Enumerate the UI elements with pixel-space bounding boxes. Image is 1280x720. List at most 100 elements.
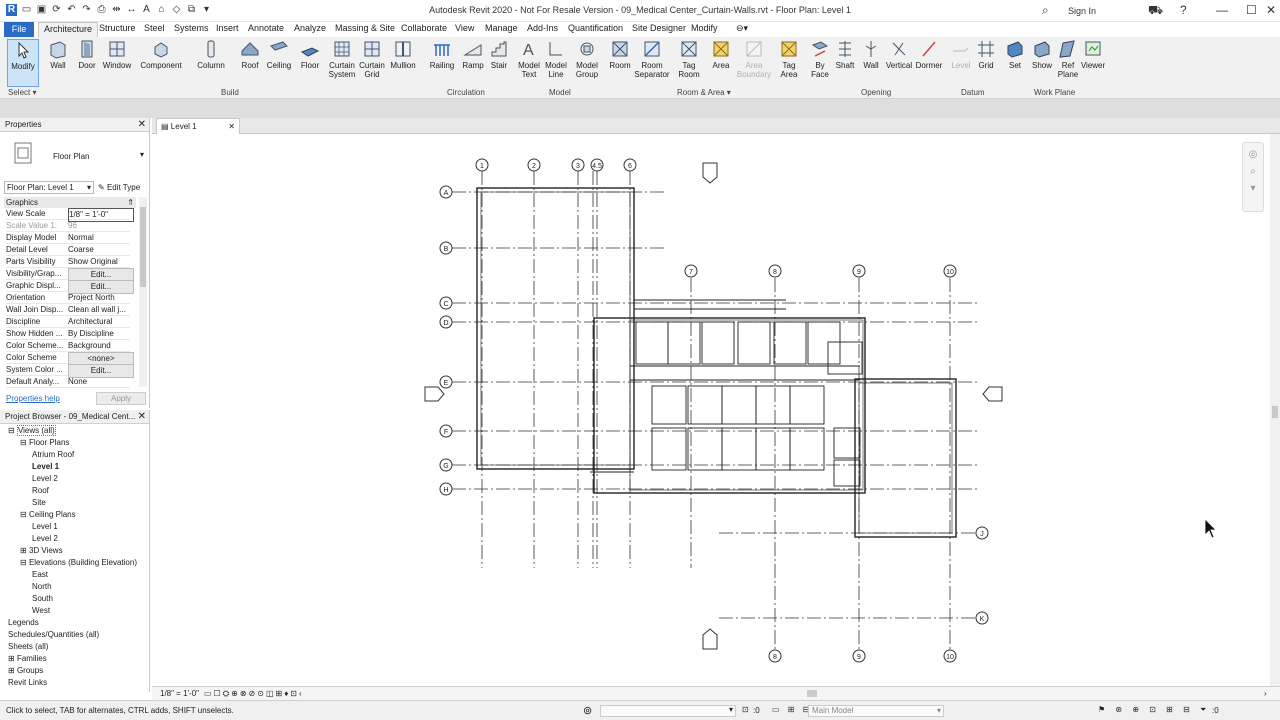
grid-bubble[interactable]: J	[975, 526, 989, 540]
property-value[interactable]: Normal	[68, 232, 134, 244]
tab-massing-site[interactable]: Massing & Site	[335, 23, 395, 33]
graphics-section-header[interactable]: Graphics ⇑	[4, 197, 136, 208]
level-button[interactable]: Level	[950, 39, 972, 70]
area-button[interactable]: Area	[707, 39, 735, 70]
browser-node[interactable]: Sheets (all)	[8, 642, 48, 652]
property-value[interactable]: 96	[68, 220, 134, 232]
wall-atrium[interactable]	[476, 187, 635, 470]
property-row[interactable]: Graphic Displ... Edit...	[6, 280, 134, 294]
tab-add-ins[interactable]: Add-Ins	[527, 23, 558, 33]
room-separator-button[interactable]: Room Separator	[634, 39, 670, 79]
browser-node[interactable]: Schedules/Quantities (all)	[8, 630, 99, 640]
grid-bubble[interactable]: D	[439, 315, 453, 329]
apply-button[interactable]: Apply	[96, 392, 146, 405]
browser-node[interactable]: ⊞ 3D Views	[20, 546, 63, 556]
room-wall[interactable]	[721, 427, 757, 471]
browser-node[interactable]: ⊞ Families	[8, 654, 47, 664]
grid-bubble[interactable]: 10	[943, 264, 957, 278]
property-row[interactable]: Color Scheme... Background	[6, 340, 130, 352]
window-button[interactable]: Window	[100, 39, 134, 70]
curtain-system-button[interactable]: Curtain System	[327, 39, 357, 79]
close-button[interactable]: ✕	[1266, 3, 1276, 17]
property-row[interactable]: Discipline Architectural	[6, 316, 130, 328]
elevation-marker-east[interactable]	[982, 386, 1003, 402]
by-face-button[interactable]: By Face	[808, 39, 832, 79]
property-row[interactable]: Detail Level Coarse	[6, 244, 130, 256]
browser-node[interactable]: Level 1	[32, 462, 59, 472]
area-boundary-button[interactable]: Area Boundary	[736, 39, 772, 79]
property-row[interactable]: Orientation Project North	[6, 292, 130, 304]
drawing-canvas[interactable]: 1 2 3 4.5 6 7 8 9 10 8 9 10 A B C D E F G H J K ◎ ⌕ ▾	[152, 134, 1270, 686]
browser-node[interactable]: Legends	[8, 618, 39, 628]
shaft-button[interactable]: Shaft	[834, 39, 856, 70]
help-icon[interactable]: ?	[1180, 3, 1187, 17]
group-room-area[interactable]: Room & Area ▾	[677, 88, 731, 97]
filter-icon[interactable]: ⏷	[1200, 705, 1206, 715]
wall-button[interactable]: Wall	[44, 39, 72, 70]
property-value[interactable]: By Discipline	[68, 328, 134, 340]
column-button[interactable]: Column	[194, 39, 228, 70]
properties-help-link[interactable]: Properties help	[6, 394, 60, 403]
grid-bubble[interactable]: E	[439, 375, 453, 389]
group-select[interactable]: Select ▾	[8, 88, 36, 97]
grid-bubble[interactable]: 9	[852, 264, 866, 278]
file-tab[interactable]: File	[4, 22, 34, 37]
design-option-icons[interactable]: ▭ ⊞ ⊟	[772, 705, 812, 714]
grid-bubble[interactable]: 10	[943, 649, 957, 663]
tab-collaborate[interactable]: Collaborate	[401, 23, 447, 33]
browser-node[interactable]: Site	[32, 498, 46, 508]
room-wall[interactable]	[789, 385, 825, 425]
room-wall[interactable]	[737, 321, 771, 365]
browser-node[interactable]: ⊞ Groups	[8, 666, 43, 676]
browser-node[interactable]: ⊟ Elevations (Building Elevation)	[20, 558, 137, 568]
browser-node[interactable]: North	[32, 582, 52, 592]
room-wall[interactable]	[651, 385, 687, 425]
grid-button[interactable]: Grid	[974, 39, 998, 70]
grid-bubble[interactable]: B	[439, 241, 453, 255]
wall-east-wing[interactable]	[854, 378, 957, 538]
room-wall[interactable]	[667, 321, 701, 365]
floor-button[interactable]: Floor	[298, 39, 322, 70]
browser-node[interactable]: Revit Links	[8, 678, 47, 688]
property-value[interactable]: None	[68, 376, 134, 388]
scrollbar-thumb[interactable]	[1272, 406, 1278, 418]
property-value[interactable]: Background	[68, 340, 134, 352]
room-wall[interactable]	[833, 459, 861, 487]
room-wall[interactable]	[807, 321, 841, 365]
browser-node[interactable]: Atrium Roof	[32, 450, 74, 460]
close-icon[interactable]: ✕	[138, 118, 146, 132]
property-value[interactable]: Show Original	[68, 256, 134, 268]
browser-node[interactable]: Roof	[32, 486, 49, 496]
room-wall[interactable]	[755, 385, 791, 425]
room-wall[interactable]	[755, 427, 791, 471]
railing-button[interactable]: Railing	[428, 39, 456, 70]
grid-bubble[interactable]: A	[439, 185, 453, 199]
minimize-button[interactable]: —	[1216, 3, 1228, 17]
grid-bubble[interactable]: 8	[768, 649, 782, 663]
view-tab-level-1[interactable]: ▤ Level 1 ✕	[156, 118, 240, 134]
grid-bubble[interactable]: 6	[623, 158, 637, 172]
tab-site-designer[interactable]: Site Designer	[632, 23, 686, 33]
property-row[interactable]: Show Hidden ... By Discipline	[6, 328, 130, 340]
tab-analyze[interactable]: Analyze	[294, 23, 326, 33]
property-value[interactable]: Coarse	[68, 244, 134, 256]
property-row[interactable]: System Color ... Edit...	[6, 364, 134, 378]
edit-type-button[interactable]: ✎ Edit Type	[98, 181, 140, 194]
workset-dropdown[interactable]: ▾	[600, 705, 736, 717]
grid-bubble[interactable]: 4.5	[590, 158, 604, 172]
property-row[interactable]: Wall Join Disp... Clean all wall j...	[6, 304, 130, 316]
tab-modify[interactable]: Modify	[691, 23, 718, 33]
close-icon[interactable]: ✕	[138, 410, 146, 424]
type-selector[interactable]: Floor Plan ▾	[6, 136, 146, 170]
property-row[interactable]: Color Scheme <none>	[6, 352, 134, 366]
wall-east-wing-inner[interactable]	[858, 382, 953, 534]
browser-node[interactable]: East	[32, 570, 48, 580]
mullion-button[interactable]: Mullion	[388, 39, 418, 70]
grid-bubble[interactable]: K	[975, 611, 989, 625]
scrollbar-thumb[interactable]	[140, 207, 146, 287]
roof-button[interactable]: Roof	[238, 39, 262, 70]
cart-icon[interactable]: ⛟	[1148, 3, 1163, 19]
show-button[interactable]: Show	[1029, 39, 1055, 70]
browser-node[interactable]: ⊟ Views (all)	[8, 425, 56, 436]
horizontal-scrollbar-thumb[interactable]	[807, 690, 817, 697]
